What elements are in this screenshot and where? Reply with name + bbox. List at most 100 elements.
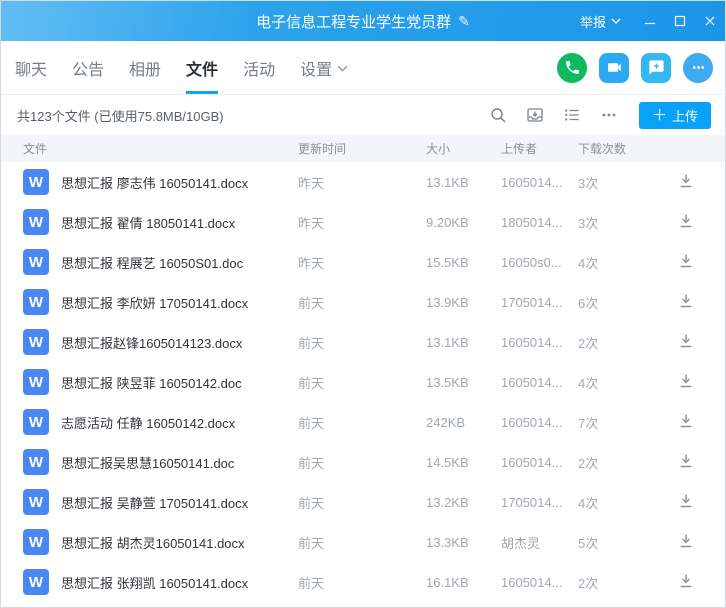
word-file-icon: W: [23, 249, 49, 275]
toolbar-actions: ＋ 上传: [489, 102, 711, 129]
table-row[interactable]: W 思想汇报 吴静萱 17050141.docx 前天 13.2KB 17050…: [1, 482, 725, 522]
row-actions: [651, 532, 725, 552]
row-actions: [651, 492, 725, 512]
edit-title-icon[interactable]: ✎: [458, 13, 470, 30]
report-button[interactable]: 举报: [580, 12, 621, 31]
table-row[interactable]: W 思想汇报 李欣妍 17050141.docx 前天 13.9KB 17050…: [1, 282, 725, 322]
file-size: 16.1KB: [426, 575, 501, 590]
list-view-button[interactable]: [563, 106, 581, 124]
report-label: 举报: [580, 12, 606, 31]
file-downloads: 2次: [578, 453, 651, 472]
table-row[interactable]: W 思想汇报 翟倩 18050141.docx 昨天 9.20KB 180501…: [1, 202, 725, 242]
download-icon: [677, 252, 695, 270]
file-size: 242KB: [426, 415, 501, 430]
tab-album[interactable]: 相册: [129, 41, 161, 94]
file-name: 思想汇报 李欣妍 17050141.docx: [61, 293, 248, 312]
search-button[interactable]: [489, 106, 507, 124]
tab-settings[interactable]: 设置: [300, 41, 348, 94]
file-size: 13.1KB: [426, 175, 501, 190]
download-button[interactable]: [677, 532, 697, 552]
video-call-button[interactable]: [599, 53, 629, 83]
tab-files[interactable]: 文件: [186, 41, 218, 94]
word-file-icon: W: [23, 329, 49, 355]
word-file-icon: W: [23, 449, 49, 475]
table-row[interactable]: W 志愿活动 任静 16050142.docx 前天 242KB 1605014…: [1, 402, 725, 442]
file-downloads: 6次: [578, 293, 651, 312]
row-actions: [651, 252, 725, 272]
tabbar-icons: [557, 53, 713, 83]
file-time: 前天: [298, 413, 426, 432]
table-row[interactable]: W 思想汇报 胡杰灵16050141.docx 前天 13.3KB 胡杰灵 5次: [1, 522, 725, 562]
download-button[interactable]: [677, 372, 697, 392]
word-file-icon: W: [23, 529, 49, 555]
download-button[interactable]: [677, 452, 697, 472]
download-icon: [677, 332, 695, 350]
new-chat-button[interactable]: [641, 53, 671, 83]
download-icon: [677, 212, 695, 230]
search-icon: [489, 106, 507, 124]
row-actions: [651, 412, 725, 432]
download-button[interactable]: [677, 252, 697, 272]
table-row[interactable]: W 思想汇报 廖志伟 16050141.docx 昨天 13.1KB 16050…: [1, 162, 725, 202]
upload-button[interactable]: ＋ 上传: [639, 102, 711, 129]
download-button[interactable]: [677, 412, 697, 432]
download-button[interactable]: [677, 212, 697, 232]
file-uploader: 1605014...: [501, 455, 578, 470]
file-name-cell: W 思想汇报 吴静萱 17050141.docx: [23, 489, 298, 515]
voice-call-button[interactable]: [557, 53, 587, 83]
download-button[interactable]: [677, 172, 697, 192]
file-name: 思想汇报 胡杰灵16050141.docx: [61, 533, 245, 552]
download-button[interactable]: [677, 572, 697, 592]
maximize-icon: [674, 15, 686, 27]
file-time: 前天: [298, 453, 426, 472]
file-downloads: 4次: [578, 493, 651, 512]
tab-announcement[interactable]: 公告: [72, 41, 104, 94]
chat-plus-icon: [648, 59, 665, 76]
table-row[interactable]: W 思想汇报吴思慧16050141.doc 前天 14.5KB 1605014.…: [1, 442, 725, 482]
download-icon: [677, 412, 695, 430]
tab-label: 相册: [129, 56, 161, 80]
table-row[interactable]: W 思想汇报 张翔凯 16050141.docx 前天 16.1KB 16050…: [1, 562, 725, 602]
file-name-cell: W 思想汇报吴思慧16050141.doc: [23, 449, 298, 475]
download-icon: [677, 452, 695, 470]
tab-label: 文件: [186, 56, 218, 80]
file-uploader: 1605014...: [501, 415, 578, 430]
download-icon: [677, 372, 695, 390]
download-button[interactable]: [677, 492, 697, 512]
tab-label: 聊天: [15, 56, 47, 80]
word-file-icon: W: [23, 209, 49, 235]
more-options-button[interactable]: [600, 106, 618, 124]
row-actions: [651, 452, 725, 472]
titlebar: 电子信息工程专业学生党员群 ✎ 举报: [1, 1, 725, 41]
ellipsis-icon: [600, 106, 618, 124]
file-name: 思想汇报 翟倩 18050141.docx: [61, 213, 235, 232]
tab-chat[interactable]: 聊天: [15, 41, 47, 94]
table-row[interactable]: W 思想汇报赵锋1605014123.docx 前天 13.1KB 160501…: [1, 322, 725, 362]
file-name-cell: W 思想汇报 程展艺 16050S01.doc: [23, 249, 298, 275]
tab-list: 聊天 公告 相册 文件 活动 设置: [15, 41, 373, 94]
file-size: 9.20KB: [426, 215, 501, 230]
download-icon: [677, 572, 695, 590]
download-icon: [677, 532, 695, 550]
list-view-icon: [563, 106, 581, 124]
table-row[interactable]: W 思想汇报 程展艺 16050S01.doc 昨天 15.5KB 16050s…: [1, 242, 725, 282]
minimize-icon: [644, 15, 656, 27]
table-row[interactable]: W 思想汇报 陕昱菲 16050142.doc 前天 13.5KB 160501…: [1, 362, 725, 402]
maximize-button[interactable]: [665, 1, 695, 41]
file-name-cell: W 思想汇报 张翔凯 16050141.docx: [23, 569, 298, 595]
file-downloads: 3次: [578, 213, 651, 232]
table-header: 文件 更新时间 大小 上传者 下载次数: [1, 135, 725, 162]
header-downloads: 下载次数: [578, 140, 651, 157]
close-button[interactable]: [695, 1, 725, 41]
minimize-button[interactable]: [635, 1, 665, 41]
header-uploader: 上传者: [501, 140, 578, 157]
download-icon: [677, 492, 695, 510]
more-actions-button[interactable]: [683, 53, 713, 83]
video-camera-icon: [606, 59, 623, 76]
file-count-summary: 共123个文件 (已使用75.8MB/10GB): [17, 106, 224, 125]
file-uploader: 16050s0...: [501, 255, 578, 270]
download-button[interactable]: [677, 292, 697, 312]
tab-activity[interactable]: 活动: [243, 41, 275, 94]
download-manager-button[interactable]: [526, 106, 544, 124]
download-button[interactable]: [677, 332, 697, 352]
